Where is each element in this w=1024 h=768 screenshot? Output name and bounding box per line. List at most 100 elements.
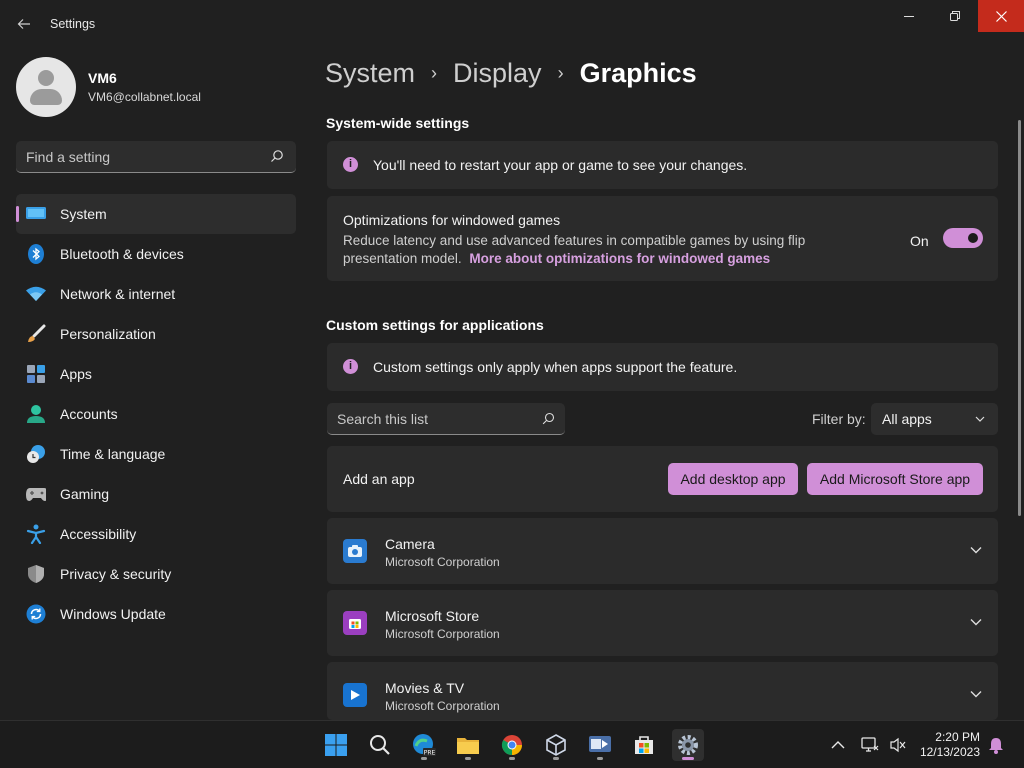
sidebar-item-network[interactable]: Network & internet — [16, 274, 296, 314]
svg-text:PRE: PRE — [424, 750, 436, 757]
windowed-games-learn-more-link[interactable]: More about optimizations for windowed ga… — [469, 251, 770, 266]
active-indicator — [682, 757, 694, 760]
avatar — [16, 57, 76, 117]
filter-dropdown[interactable]: All apps — [871, 403, 998, 435]
add-app-card: Add an app Add desktop app Add Microsoft… — [327, 446, 998, 512]
sidebar-item-accounts[interactable]: Accounts — [16, 394, 296, 434]
microsoft-store-icon[interactable] — [628, 729, 660, 761]
person-icon — [26, 404, 46, 424]
sidebar-item-label: Network & internet — [60, 286, 176, 302]
vscode-icon[interactable] — [584, 729, 616, 761]
restore-button[interactable] — [932, 0, 978, 32]
edge-icon[interactable]: PRE — [408, 729, 440, 761]
toggle-state-label: On — [910, 233, 929, 249]
running-indicator — [553, 757, 559, 760]
find-setting-input[interactable] — [26, 148, 256, 165]
sidebar-item-apps[interactable]: Apps — [16, 354, 296, 394]
close-button[interactable] — [978, 0, 1024, 32]
sidebar-item-label: Privacy & security — [60, 566, 172, 582]
movies-icon — [343, 683, 367, 707]
sidebar-item-windows-update[interactable]: Windows Update — [16, 594, 296, 634]
page-title: Graphics — [579, 58, 697, 88]
app-row-camera[interactable]: Camera Microsoft Corporation — [327, 518, 998, 584]
search-list[interactable] — [327, 403, 565, 435]
tray-clock[interactable]: 2:20 PM 12/13/2023 — [918, 730, 980, 760]
back-button[interactable] — [12, 12, 36, 36]
chevron-up-icon[interactable] — [822, 729, 854, 761]
paintbrush-icon — [26, 324, 46, 344]
sidebar-item-bluetooth[interactable]: Bluetooth & devices — [16, 234, 296, 274]
windowed-games-title: Optimizations for windowed games — [343, 212, 561, 228]
settings-icon[interactable] — [672, 729, 704, 761]
search-icon[interactable] — [364, 729, 396, 761]
sidebar-item-privacy[interactable]: Privacy & security — [16, 554, 296, 594]
windows-start-icon[interactable] — [320, 729, 352, 761]
virtualbox-icon[interactable] — [540, 729, 572, 761]
bluetooth-icon — [26, 244, 46, 264]
scrollbar[interactable] — [1018, 120, 1021, 516]
breadcrumb: System › Display › Graphics — [325, 58, 697, 89]
running-indicator — [421, 757, 427, 760]
store-icon — [343, 611, 367, 635]
system-display-icon — [26, 204, 46, 224]
app-row-movies-tv[interactable]: Movies & TV Microsoft Corporation — [327, 662, 998, 720]
add-desktop-app-button[interactable]: Add desktop app — [668, 463, 798, 495]
restart-info-text: You'll need to restart your app or game … — [373, 157, 748, 173]
sidebar-item-gaming[interactable]: Gaming — [16, 474, 296, 514]
volume-muted-icon[interactable] — [884, 729, 912, 761]
filter-value: All apps — [882, 411, 932, 427]
add-app-label: Add an app — [343, 471, 415, 487]
user-profile[interactable]: VM6 VM6@collabnet.local — [16, 57, 201, 117]
sidebar-item-label: Windows Update — [60, 606, 166, 622]
custom-settings-heading: Custom settings for applications — [326, 317, 544, 333]
shield-icon — [26, 564, 46, 584]
chevron-down-icon — [975, 416, 985, 422]
chrome-icon[interactable] — [496, 729, 528, 761]
clock-globe-icon — [26, 444, 46, 464]
sidebar-item-time-language[interactable]: Time & language — [16, 434, 296, 474]
add-store-app-button[interactable]: Add Microsoft Store app — [807, 463, 983, 495]
windowed-games-description: Reduce latency and use advanced features… — [343, 232, 843, 268]
running-indicator — [597, 757, 603, 760]
app-name: Microsoft Store — [385, 608, 480, 624]
file-explorer-icon[interactable] — [452, 729, 484, 761]
wifi-icon — [26, 284, 46, 304]
custom-info-card: i Custom settings only apply when apps s… — [327, 343, 998, 391]
minimize-icon — [904, 16, 914, 17]
chevron-right-icon: › — [431, 63, 438, 83]
sidebar-item-label: Accessibility — [60, 526, 137, 542]
sidebar-item-label: Personalization — [60, 326, 156, 342]
controller-icon — [26, 484, 46, 504]
app-name: Movies & TV — [385, 680, 465, 696]
sidebar-item-personalization[interactable]: Personalization — [16, 314, 296, 354]
sidebar-item-label: Accounts — [60, 406, 118, 422]
sidebar-item-label: Apps — [60, 366, 92, 382]
running-indicator — [465, 757, 471, 760]
app-title: Settings — [50, 17, 96, 31]
close-icon — [995, 10, 1007, 22]
chevron-right-icon: › — [557, 63, 564, 83]
find-setting-search[interactable] — [16, 141, 296, 173]
clock-date: 12/13/2023 — [919, 745, 980, 759]
restart-info-card: i You'll need to restart your app or gam… — [327, 141, 998, 189]
sidebar-item-system[interactable]: System — [16, 194, 296, 234]
windowed-games-card: Optimizations for windowed games Reduce … — [327, 196, 998, 281]
breadcrumb-display[interactable]: Display — [453, 58, 542, 89]
breadcrumb-system[interactable]: System — [325, 58, 415, 89]
network-icon[interactable] — [856, 729, 884, 761]
user-email: VM6@collabnet.local — [88, 90, 201, 104]
search-list-input[interactable] — [337, 410, 527, 427]
notification-bell-icon[interactable] — [982, 729, 1010, 761]
search-icon — [271, 150, 283, 162]
sidebar-item-accessibility[interactable]: Accessibility — [16, 514, 296, 554]
running-indicator — [509, 757, 515, 760]
app-publisher: Microsoft Corporation — [385, 699, 500, 713]
title-bar: Settings — [0, 0, 1024, 46]
apps-icon — [26, 364, 46, 384]
minimize-button[interactable] — [886, 0, 932, 32]
sidebar-item-label: Time & language — [60, 446, 166, 462]
windowed-games-toggle[interactable] — [943, 228, 983, 248]
app-row-microsoft-store[interactable]: Microsoft Store Microsoft Corporation — [327, 590, 998, 656]
search-icon — [542, 412, 555, 425]
app-publisher: Microsoft Corporation — [385, 555, 500, 569]
